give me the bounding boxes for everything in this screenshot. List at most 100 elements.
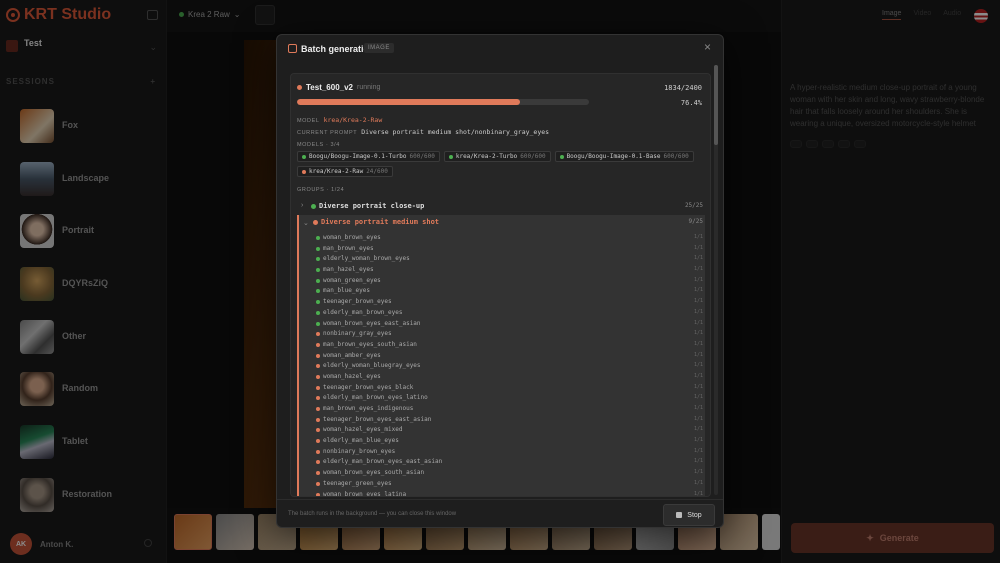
job-progress-bar [297,99,589,105]
current-prompt-label: CURRENT PROMPT [297,130,358,136]
batch-icon [288,44,297,53]
item-status-dot-icon [316,364,320,369]
item-status-dot-icon [316,246,320,251]
item-status-dot-icon [316,268,320,273]
stop-icon [676,512,683,518]
model-chip: Boogu/Boogu-Image-0.1-Base 600/600 [554,151,694,162]
item-name: woman_green_eyes [323,276,381,284]
item-name: teenager_green_eyes [323,479,392,487]
model-chip: krea/Krea-2-Turbo 600/600 [443,151,551,162]
item-count: 1/1 [693,458,703,465]
model-status-dot-icon [302,169,306,174]
group-item-row: teenager_brown_eyes_black 1/1 [299,383,705,394]
model-chip-name: krea/Krea-2-Turbo [455,153,518,160]
item-status-dot-icon [316,353,320,358]
item-status-dot-icon [316,492,320,496]
models-label: MODELS · 3/4 [297,142,340,148]
item-count: 1/1 [693,394,703,401]
group-name: Diverse portrait medium shot [321,218,440,226]
group-item-row: teenager_green_eyes 1/1 [299,479,705,490]
item-status-dot-icon [316,471,320,476]
modal-footer: The batch runs in the background — you c… [277,499,723,527]
item-name: woman_brown_eyes_east_asian [323,319,421,327]
group-count: 25/25 [684,202,703,209]
group-item-row: elderly_man_blue_eyes 1/1 [299,436,705,447]
group-item-row: man_brown_eyes 1/1 [299,244,705,255]
group-item-row: woman_brown_eyes_east_asian 1/1 [299,319,705,330]
item-count: 1/1 [693,372,703,379]
item-name: man_blue_eyes [323,287,370,295]
item-status-dot-icon [316,385,320,390]
group-status-dot-icon [311,204,316,209]
job-header: Test_600_v2 running [297,83,380,92]
group-name: Diverse portrait close-up [319,202,425,210]
item-count: 1/1 [693,383,703,390]
group-item-row: man_hazel_eyes 1/1 [299,265,705,276]
item-status-dot-icon [316,278,320,283]
item-count: 1/1 [693,276,703,283]
modal-scrollbar[interactable] [714,65,718,495]
model-value: krea/Krea-2-Raw [323,116,383,124]
modal-badge: IMAGE [364,43,394,53]
item-name: man_brown_eyes [323,244,374,252]
item-count: 1/1 [693,287,703,294]
batch-generation-modal: Batch generation IMAGE × Test_600_v2 run… [276,34,724,528]
item-count: 1/1 [693,298,703,305]
item-status-dot-icon [316,310,320,315]
item-name: teenager_brown_eyes [323,298,392,306]
item-status-dot-icon [316,396,320,401]
item-count: 1/1 [693,234,703,240]
model-chip-count: 24/600 [366,168,388,175]
item-count: 1/1 [693,255,703,262]
item-name: woman_amber_eyes [323,351,381,359]
group-item-row: woman_brown_eyes 1/1 [299,233,705,244]
group-item-row: elderly_man_brown_eyes_latino 1/1 [299,393,705,404]
item-status-dot-icon [316,289,320,294]
group-item-row: elderly_woman_bluegray_eyes 1/1 [299,361,705,372]
item-status-dot-icon [316,236,320,240]
chevron-right-icon[interactable]: › [301,202,303,209]
model-status-dot-icon [559,154,564,159]
stop-button[interactable]: Stop [663,504,715,526]
close-icon[interactable]: × [704,41,711,53]
item-status-dot-icon [316,332,320,337]
item-count: 1/1 [693,415,703,422]
item-name: teenager_brown_eyes_black [323,383,414,391]
scrollbar-thumb[interactable] [714,65,718,145]
item-status-dot-icon [316,342,320,347]
group-status-dot-icon [313,220,318,225]
item-status-dot-icon [316,407,320,411]
item-status-dot-icon [316,460,320,465]
group-item-row: woman_amber_eyes 1/1 [299,351,705,362]
group-item-row: woman_hazel_eyes_mixed 1/1 [299,425,705,436]
item-count: 1/1 [693,340,703,347]
item-count: 1/1 [693,319,703,326]
item-count: 1/1 [693,405,703,411]
current-prompt-value: Diverse portrait medium shot/nonbinary_g… [361,128,550,136]
item-status-dot-icon [316,481,320,486]
item-name: elderly_man_brown_eyes_east_asian [323,458,443,466]
item-count: 1/1 [693,447,703,454]
chevron-down-icon[interactable]: ⌄ [303,219,309,227]
item-name: elderly_woman_brown_eyes [323,255,410,263]
job-state: running [357,84,381,91]
item-name: woman_hazel_eyes_mixed [323,426,403,434]
group-item-row: teenager_brown_eyes_east_asian 1/1 [299,415,705,426]
item-name: elderly_man_brown_eyes [323,308,403,316]
model-status-dot-icon [302,154,306,159]
group-item-row: elderly_man_brown_eyes_east_asian 1/1 [299,457,705,468]
item-count: 1/1 [693,351,703,358]
group-item-row: woman_brown_eyes_south_asian 1/1 [299,468,705,479]
group-item-row: nonbinary_brown_eyes 1/1 [299,447,705,458]
group-row-expanded[interactable]: ⌄ Diverse portrait medium shot 9/25 woma… [297,215,705,496]
model-chip-count: 600/600 [663,153,689,160]
model-status-dot-icon [448,154,453,159]
group-item-row: elderly_woman_brown_eyes 1/1 [299,254,705,265]
item-count: 1/1 [693,362,703,369]
job-status-dot-icon [297,85,302,90]
item-name: man_brown_eyes_indigenous [323,405,414,412]
model-chip-count: 600/600 [409,153,435,160]
model-chip: Boogu/Boogu-Image-0.1-Turbo 600/600 [297,151,440,162]
group-row-collapsed[interactable]: › Diverse portrait close-up 25/25 [297,199,705,215]
stop-label: Stop [687,511,702,519]
